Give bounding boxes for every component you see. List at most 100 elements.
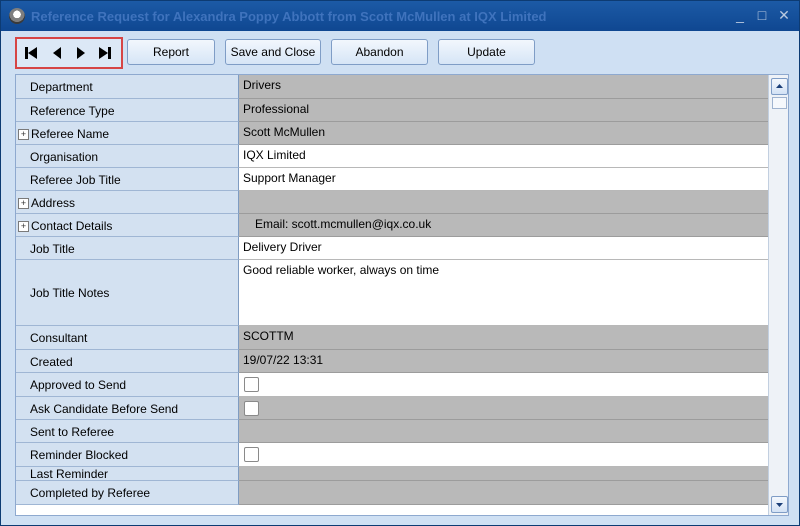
reminder-blocked-label: Reminder Blocked <box>30 448 129 462</box>
form-row-ask-candidate-before-send: Ask Candidate Before Send <box>16 397 768 420</box>
department-value: Drivers <box>243 78 281 92</box>
address-field[interactable] <box>239 191 768 214</box>
last-record-icon <box>99 47 111 59</box>
approved-to-send-label: Approved to Send <box>30 378 127 392</box>
previous-record-button[interactable] <box>47 43 67 63</box>
first-record-button[interactable] <box>21 43 41 63</box>
ask-candidate-before-send-label: Ask Candidate Before Send <box>30 402 179 416</box>
expand-icon[interactable]: + <box>18 198 29 209</box>
reminder-blocked-checkbox[interactable] <box>244 447 259 462</box>
form-row-last-reminder: Last Reminder <box>16 467 768 481</box>
referee-job-title-label: Referee Job Title <box>30 173 121 187</box>
last-reminder-field[interactable] <box>239 467 768 481</box>
contact-details-value: Email: scott.mcmullen@iqx.co.uk <box>255 217 432 231</box>
department-field[interactable]: Drivers <box>239 75 768 99</box>
form-row-created: Created 19/07/22 13:31 <box>16 350 768 373</box>
referee-job-title-value: Support Manager <box>243 171 336 185</box>
form-row-reminder-blocked: Reminder Blocked <box>16 443 768 467</box>
referee-job-title-field[interactable]: Support Manager <box>239 168 768 191</box>
completed-by-referee-field[interactable] <box>239 481 768 505</box>
reminder-blocked-label-cell: Reminder Blocked <box>16 443 239 467</box>
ask-candidate-before-send-label-cell: Ask Candidate Before Send <box>16 397 239 420</box>
expand-icon[interactable]: + <box>18 221 29 232</box>
consultant-field[interactable]: SCOTTM <box>239 326 768 350</box>
organisation-field[interactable]: IQX Limited <box>239 145 768 168</box>
reference-type-value: Professional <box>243 102 310 116</box>
first-record-icon <box>25 47 37 59</box>
referee-name-value: Scott McMullen <box>243 125 326 139</box>
form-row-consultant: Consultant SCOTTM <box>16 326 768 350</box>
job-title-notes-label-cell: Job Title Notes <box>16 260 239 326</box>
save-and-close-button[interactable]: Save and Close <box>225 39 321 65</box>
form-row-contact-details: + Contact Details Email: scott.mcmullen@iq… <box>16 214 768 237</box>
job-title-label: Job Title <box>30 242 75 256</box>
job-title-notes-label: Job Title Notes <box>30 286 110 300</box>
referee-job-title-label-cell: Referee Job Title <box>16 168 239 191</box>
form-row-address: + Address <box>16 191 768 214</box>
reference-type-field[interactable]: Professional <box>239 99 768 122</box>
expand-icon[interactable]: + <box>18 129 29 140</box>
address-label: Address <box>31 196 76 210</box>
form-row-approved-to-send: Approved to Send <box>16 373 768 397</box>
form-row-job-title-notes: Job Title Notes Good reliable worker, alw… <box>16 260 768 326</box>
update-button[interactable]: Update <box>438 39 535 65</box>
approved-to-send-label-cell: Approved to Send <box>16 373 239 397</box>
scroll-down-icon <box>776 503 783 507</box>
created-field[interactable]: 19/07/22 13:31 <box>239 350 768 373</box>
close-button[interactable]: ✕ <box>775 6 793 24</box>
minimize-button[interactable]: _ <box>731 6 749 24</box>
department-label: Department <box>30 80 93 94</box>
approved-to-send-field[interactable] <box>239 373 768 397</box>
reference-form: Department Drivers Reference Type Professio… <box>15 74 789 516</box>
next-record-button[interactable] <box>71 43 91 63</box>
job-title-field[interactable]: Delivery Driver <box>239 237 768 260</box>
job-title-label-cell: Job Title <box>16 237 239 260</box>
record-navigation-group <box>15 37 123 69</box>
reminder-blocked-field[interactable] <box>239 443 768 467</box>
form-row-organisation: Organisation IQX Limited <box>16 145 768 168</box>
completed-by-referee-label: Completed by Referee <box>30 486 151 500</box>
job-title-notes-field[interactable]: Good reliable worker, always on time <box>239 260 768 326</box>
scroll-up-icon <box>776 84 783 88</box>
consultant-label-cell: Consultant <box>16 326 239 350</box>
contact-details-field[interactable]: Email: scott.mcmullen@iqx.co.uk <box>239 214 768 237</box>
vertical-scrollbar[interactable] <box>768 75 788 515</box>
sent-to-referee-field[interactable] <box>239 420 768 443</box>
form-row-reference-type: Reference Type Professional <box>16 99 768 122</box>
ask-candidate-before-send-field[interactable] <box>239 397 768 420</box>
last-reminder-label: Last Reminder <box>30 467 109 481</box>
sent-to-referee-label: Sent to Referee <box>30 425 115 439</box>
referee-name-field[interactable]: Scott McMullen <box>239 122 768 145</box>
form-row-referee-job-title: Referee Job Title Support Manager <box>16 168 768 191</box>
toolbar: Report Save and Close Abandon Update <box>1 31 799 71</box>
department-label-cell: Department <box>16 75 239 99</box>
last-reminder-label-cell: Last Reminder <box>16 467 239 481</box>
reference-request-window: Reference Request for Alexandra Poppy Ab… <box>0 0 800 526</box>
form-row-sent-to-referee: Sent to Referee <box>16 420 768 443</box>
scroll-down-button[interactable] <box>771 496 788 513</box>
abandon-button[interactable]: Abandon <box>331 39 428 65</box>
contact-details-label: Contact Details <box>31 219 113 233</box>
consultant-value: SCOTTM <box>243 329 294 343</box>
address-label-cell: + Address <box>16 191 239 214</box>
sent-to-referee-label-cell: Sent to Referee <box>16 420 239 443</box>
reference-type-label: Reference Type <box>30 104 115 118</box>
created-label-cell: Created <box>16 350 239 373</box>
reference-type-label-cell: Reference Type <box>16 99 239 122</box>
approved-to-send-checkbox[interactable] <box>244 377 259 392</box>
created-value: 19/07/22 13:31 <box>243 353 324 367</box>
form-row-referee-name: + Referee Name Scott McMullen <box>16 122 768 145</box>
title-bar: Reference Request for Alexandra Poppy Ab… <box>1 1 799 31</box>
maximize-button[interactable]: □ <box>753 6 771 24</box>
last-record-button[interactable] <box>95 43 115 63</box>
form-row-department: Department Drivers <box>16 75 768 99</box>
scroll-thumb[interactable] <box>772 97 787 109</box>
form-row-job-title: Job Title Delivery Driver <box>16 237 768 260</box>
ask-candidate-before-send-checkbox[interactable] <box>244 401 259 416</box>
organisation-value: IQX Limited <box>243 148 306 162</box>
scroll-up-button[interactable] <box>771 78 788 95</box>
job-title-notes-value: Good reliable worker, always on time <box>243 263 440 277</box>
referee-name-label: Referee Name <box>31 127 110 141</box>
report-button[interactable]: Report <box>127 39 215 65</box>
app-logo-icon <box>9 8 25 24</box>
